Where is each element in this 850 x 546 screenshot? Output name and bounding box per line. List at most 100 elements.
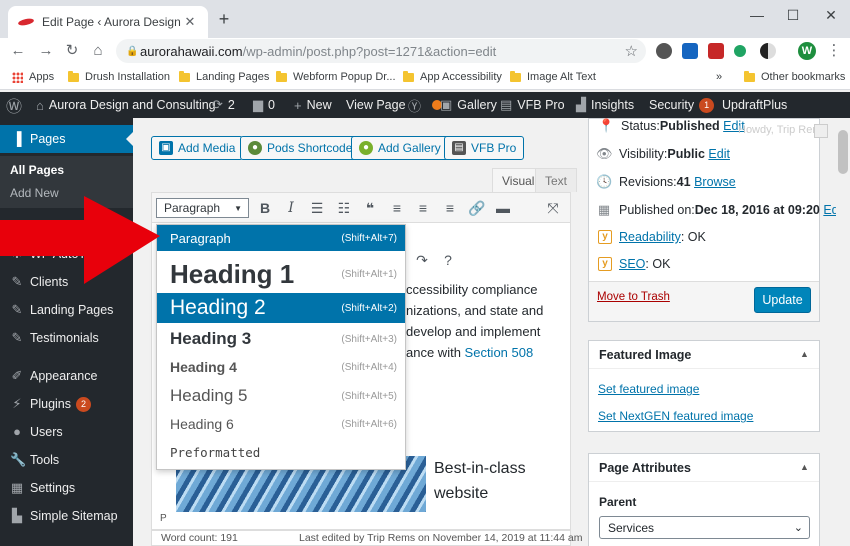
minimize-icon[interactable]: — <box>742 4 772 26</box>
format-option-heading-2[interactable]: Heading 2 (Shift+Alt+2) <box>157 293 405 323</box>
page-scrollbar[interactable] <box>836 118 850 546</box>
close-window-icon[interactable]: ✕ <box>816 4 846 26</box>
address-bar[interactable]: 🔒 aurorahawaii.com /wp-admin/post.php?po… <box>116 39 646 63</box>
sidebar-item-appearance[interactable]: ✐ Appearance <box>0 362 133 390</box>
sidebar-item-simple-sitemap[interactable]: ▙ Simple Sitemap <box>0 502 133 530</box>
bookmarks-overflow[interactable]: » <box>716 69 722 85</box>
body-text-line-3[interactable]: develop and implement <box>406 324 540 339</box>
sidebar-item-tools[interactable]: 🔧 Tools <box>0 446 133 474</box>
content-heading-line-2[interactable]: website <box>434 485 488 503</box>
format-select[interactable]: Paragraph ▼ <box>156 198 249 218</box>
admin-bar-vfb[interactable]: ▤ VFB Pro <box>500 92 565 118</box>
add-media-button[interactable]: ▣ Add Media <box>151 136 244 160</box>
wp-logo-icon[interactable]: Ⓦ <box>6 92 27 118</box>
bookmark-other[interactable]: Other bookmarks <box>744 69 845 85</box>
profile-avatar[interactable]: W <box>798 42 816 60</box>
admin-bar-comments[interactable]: ▆ 0 <box>253 92 275 118</box>
bulleted-list-icon[interactable]: ☰ <box>306 198 328 218</box>
numbered-list-icon[interactable]: ☷ <box>333 198 355 218</box>
clock-icon: 🕓 <box>596 174 613 189</box>
sidebar-item-landing-pages[interactable]: ✎ Landing Pages <box>0 296 133 324</box>
parent-select[interactable]: Services ⌄ <box>599 516 810 539</box>
yoast-icon: y <box>598 257 612 271</box>
visibility-edit-link[interactable]: Edit <box>708 147 730 161</box>
sidebar-item-plugins[interactable]: ⚡ Plugins 2 <box>0 390 133 418</box>
user-avatar[interactable] <box>814 124 828 138</box>
format-option-heading-1[interactable]: Heading 1 (Shift+Alt+1) <box>157 255 405 293</box>
sidebar-sub-all-pages[interactable]: All Pages <box>10 163 64 177</box>
redo-icon[interactable]: ↷ <box>411 250 433 270</box>
bold-icon[interactable]: B <box>254 198 276 218</box>
admin-bar-view-page[interactable]: View Page <box>346 92 406 118</box>
admin-bar-gallery[interactable]: ▣ Gallery <box>440 92 497 118</box>
browse-revisions-link[interactable]: Browse <box>694 175 736 189</box>
back-icon[interactable]: ← <box>8 38 28 64</box>
admin-bar-security[interactable]: Security 1 <box>649 92 715 118</box>
extension-search-icon[interactable] <box>682 43 698 59</box>
update-button[interactable]: Update <box>754 287 811 313</box>
vfb-pro-button[interactable]: ▤ VFB Pro <box>444 136 525 160</box>
pods-shortcode-button[interactable]: ● Pods Shortcode <box>240 136 361 160</box>
admin-bar-site[interactable]: ⌂ Aurora Design and Consulting <box>36 92 216 118</box>
extension-contrast-icon[interactable] <box>760 43 776 59</box>
move-to-trash-link[interactable]: Move to Trash <box>597 291 670 303</box>
add-gallery-button[interactable]: ● Add Gallery <box>351 136 449 160</box>
bookmark-image-alt-text[interactable]: Image Alt Text <box>510 69 596 85</box>
format-option-paragraph[interactable]: Paragraph (Shift+Alt+7) <box>157 225 405 251</box>
new-tab-button[interactable]: + <box>214 9 234 29</box>
home-icon[interactable]: ⌂ <box>88 38 108 64</box>
forward-icon[interactable]: → <box>36 38 56 64</box>
collapse-caret-icon[interactable]: ▲ <box>800 462 809 472</box>
content-heading-line-1[interactable]: Best-in-class <box>434 460 526 478</box>
sidebar-item-settings[interactable]: ▦ Settings <box>0 474 133 502</box>
maximize-icon[interactable]: ☐ <box>778 4 808 26</box>
menu-kebab-icon[interactable]: ⋮ <box>824 38 844 64</box>
blockquote-icon[interactable]: ❝ <box>359 198 381 218</box>
align-right-icon[interactable]: ≡ <box>439 198 461 218</box>
close-tab-icon[interactable]: ✕ <box>182 14 198 30</box>
seo-link[interactable]: SEO <box>619 257 645 271</box>
admin-bar-new[interactable]: + New <box>294 92 332 118</box>
help-icon[interactable]: ? <box>437 250 459 270</box>
read-more-icon[interactable]: ▬ <box>492 198 514 218</box>
scrollbar-thumb[interactable] <box>838 130 848 174</box>
link-icon[interactable]: 🔗 <box>466 198 488 218</box>
align-left-icon[interactable]: ≡ <box>386 198 408 218</box>
admin-bar-yoast[interactable]: Ⓨ <box>408 92 443 118</box>
align-center-icon[interactable]: ≡ <box>412 198 434 218</box>
extension-green-dot-icon[interactable] <box>734 45 746 57</box>
sidebar-item-testimonials[interactable]: ✎ Testimonials <box>0 324 133 352</box>
extension-pdf-icon[interactable] <box>708 43 724 59</box>
format-option-heading-3[interactable]: Heading 3 (Shift+Alt+3) <box>157 325 405 353</box>
bookmark-star-icon[interactable]: ☆ <box>625 42 638 60</box>
sidebar-item-pages[interactable]: ▐ Pages <box>0 125 133 153</box>
bookmark-drush[interactable]: Drush Installation <box>68 69 170 85</box>
extension-w-icon[interactable] <box>656 43 672 59</box>
bookmark-webform[interactable]: Webform Popup Dr... <box>276 69 396 85</box>
tab-text[interactable]: Text <box>535 168 578 192</box>
admin-bar-insights[interactable]: ▟ Insights <box>576 92 634 118</box>
body-text-line-2[interactable]: nizations, and state and <box>406 303 543 318</box>
set-featured-image-link[interactable]: Set featured image <box>598 382 699 396</box>
admin-bar-updates[interactable]: ⟳ 2 <box>212 92 235 118</box>
bookmark-app-accessibility[interactable]: App Accessibility <box>403 69 502 85</box>
italic-icon[interactable]: I <box>280 198 302 218</box>
fullscreen-icon[interactable]: ⤧ <box>542 198 564 218</box>
admin-bar-updraftplus[interactable]: UpdraftPlus <box>722 92 787 118</box>
format-option-heading-5[interactable]: Heading 5 (Shift+Alt+5) <box>157 381 405 411</box>
sidebar-item-users[interactable]: ● Users <box>0 418 133 446</box>
format-option-heading-6[interactable]: Heading 6 (Shift+Alt+6) <box>157 411 405 437</box>
section-508-link[interactable]: Section 508 <box>465 345 534 360</box>
format-option-preformatted[interactable]: Preformatted <box>157 439 405 465</box>
reload-icon[interactable]: ↻ <box>62 38 82 64</box>
body-text-line-1[interactable]: ccessibility compliance <box>406 282 538 297</box>
bookmark-landing-pages[interactable]: Landing Pages <box>179 69 269 85</box>
bookmark-apps[interactable]: Apps <box>12 69 54 85</box>
body-text-line-4[interactable]: ance with Section 508 <box>406 345 533 360</box>
browser-tab[interactable]: Edit Page ‹ Aurora Design and Co ✕ <box>8 6 208 38</box>
collapse-caret-icon[interactable]: ▲ <box>800 349 809 359</box>
pin-icon: ✎ <box>11 302 23 317</box>
set-nextgen-featured-image-link[interactable]: Set NextGEN featured image <box>598 409 753 423</box>
format-option-heading-4[interactable]: Heading 4 (Shift+Alt+4) <box>157 354 405 380</box>
readability-link[interactable]: Readability <box>619 230 681 244</box>
